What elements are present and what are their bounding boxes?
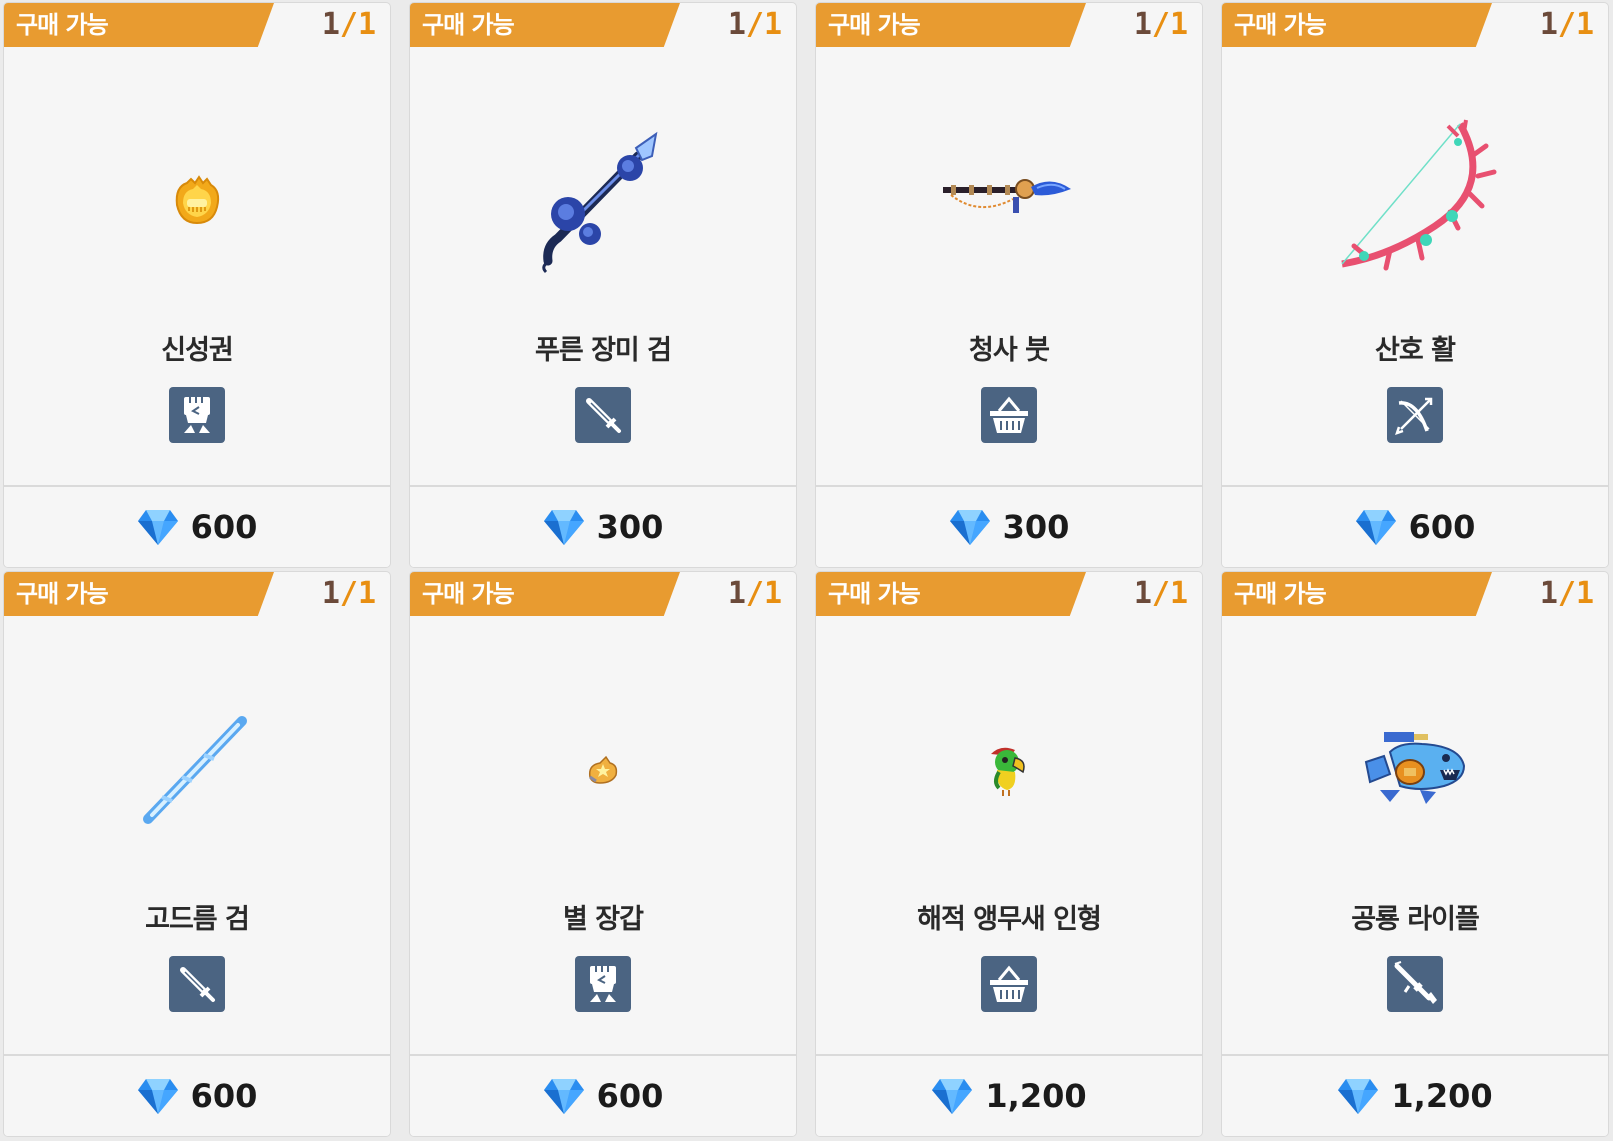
price-bar: 1,200 bbox=[1222, 1054, 1608, 1136]
shop-item-card[interactable]: 구매 가능 1/1 별 장갑 600 bbox=[409, 571, 797, 1137]
diamond-gem-icon bbox=[1338, 1079, 1379, 1114]
item-name: 고드름 검 bbox=[145, 904, 250, 935]
diamond-gem-icon bbox=[932, 1079, 973, 1114]
stock-count: 1/1 bbox=[1133, 576, 1188, 611]
price-bar: 1,200 bbox=[816, 1054, 1202, 1136]
price-value: 300 bbox=[1002, 508, 1070, 546]
price-value: 600 bbox=[190, 1077, 258, 1115]
star-glove-image bbox=[586, 755, 620, 789]
price-bar: 600 bbox=[1222, 485, 1608, 567]
price-value: 1,200 bbox=[1391, 1077, 1493, 1115]
shop-item-card[interactable]: 구매 가능 1/1 해적 앵무새 인형 1,200 bbox=[815, 571, 1203, 1137]
shop-item-card[interactable]: 구매 가능 1/1 산호 활 600 bbox=[1221, 2, 1609, 568]
availability-tag: 구매 가능 bbox=[410, 572, 680, 616]
sword-icon bbox=[169, 956, 225, 1012]
stock-count: 1/1 bbox=[321, 7, 376, 42]
price-bar: 300 bbox=[410, 485, 796, 567]
shop-item-card[interactable]: 구매 가능 1/1 신성권 600 bbox=[3, 2, 391, 568]
item-name: 해적 앵무새 인형 bbox=[917, 904, 1102, 935]
diamond-gem-icon bbox=[949, 510, 990, 545]
item-name: 공룡 라이플 bbox=[1351, 904, 1480, 935]
availability-tag: 구매 가능 bbox=[1222, 3, 1492, 47]
diamond-gem-icon bbox=[137, 1079, 178, 1114]
stock-count: 1/1 bbox=[727, 576, 782, 611]
item-name: 청사 붓 bbox=[969, 335, 1050, 366]
fist-icon bbox=[169, 387, 225, 443]
stock-count: 1/1 bbox=[1539, 576, 1594, 611]
pirate-parrot-doll-image bbox=[981, 742, 1037, 802]
diamond-gem-icon bbox=[1355, 510, 1396, 545]
rifle-icon bbox=[1387, 956, 1443, 1012]
shop-grid: 구매 가능 1/1 신성권 600 구매 가능 1/1 푸른 장미 검 300 … bbox=[0, 0, 1613, 1141]
stock-count: 1/1 bbox=[727, 7, 782, 42]
stock-count: 1/1 bbox=[321, 576, 376, 611]
price-value: 600 bbox=[1408, 508, 1476, 546]
availability-tag: 구매 가능 bbox=[816, 572, 1086, 616]
stock-count: 1/1 bbox=[1133, 7, 1188, 42]
basket-icon bbox=[981, 387, 1037, 443]
item-name: 별 장갑 bbox=[563, 904, 644, 935]
shop-item-card[interactable]: 구매 가능 1/1 고드름 검 600 bbox=[3, 571, 391, 1137]
availability-tag: 구매 가능 bbox=[4, 572, 274, 616]
shop-item-card[interactable]: 구매 가능 1/1 청사 붓 300 bbox=[815, 2, 1203, 568]
availability-tag: 구매 가능 bbox=[410, 3, 680, 47]
price-value: 1,200 bbox=[985, 1077, 1087, 1115]
holy-fist-image bbox=[167, 171, 227, 235]
price-bar: 300 bbox=[816, 485, 1202, 567]
availability-tag: 구매 가능 bbox=[1222, 572, 1492, 616]
shop-item-card[interactable]: 구매 가능 1/1 공룡 라이플 1,200 bbox=[1221, 571, 1609, 1137]
dino-rifle-image bbox=[1360, 730, 1470, 814]
price-bar: 600 bbox=[4, 485, 390, 567]
item-name: 신성권 bbox=[161, 335, 234, 366]
price-bar: 600 bbox=[4, 1054, 390, 1136]
sword-icon bbox=[575, 387, 631, 443]
blue-brush-image bbox=[939, 171, 1079, 235]
price-value: 300 bbox=[596, 508, 664, 546]
item-name: 산호 활 bbox=[1375, 335, 1456, 366]
price-value: 600 bbox=[596, 1077, 664, 1115]
basket-icon bbox=[981, 956, 1037, 1012]
blue-rose-sword-image bbox=[528, 126, 678, 280]
price-bar: 600 bbox=[410, 1054, 796, 1136]
item-name: 푸른 장미 검 bbox=[535, 335, 672, 366]
diamond-gem-icon bbox=[543, 1079, 584, 1114]
coral-bow-image bbox=[1330, 116, 1500, 290]
availability-tag: 구매 가능 bbox=[4, 3, 274, 47]
diamond-gem-icon bbox=[137, 510, 178, 545]
icicle-sword-image bbox=[142, 715, 252, 829]
price-value: 600 bbox=[190, 508, 258, 546]
availability-tag: 구매 가능 bbox=[816, 3, 1086, 47]
shop-item-card[interactable]: 구매 가능 1/1 푸른 장미 검 300 bbox=[409, 2, 797, 568]
fist-icon bbox=[575, 956, 631, 1012]
bow-icon bbox=[1387, 387, 1443, 443]
stock-count: 1/1 bbox=[1539, 7, 1594, 42]
diamond-gem-icon bbox=[543, 510, 584, 545]
